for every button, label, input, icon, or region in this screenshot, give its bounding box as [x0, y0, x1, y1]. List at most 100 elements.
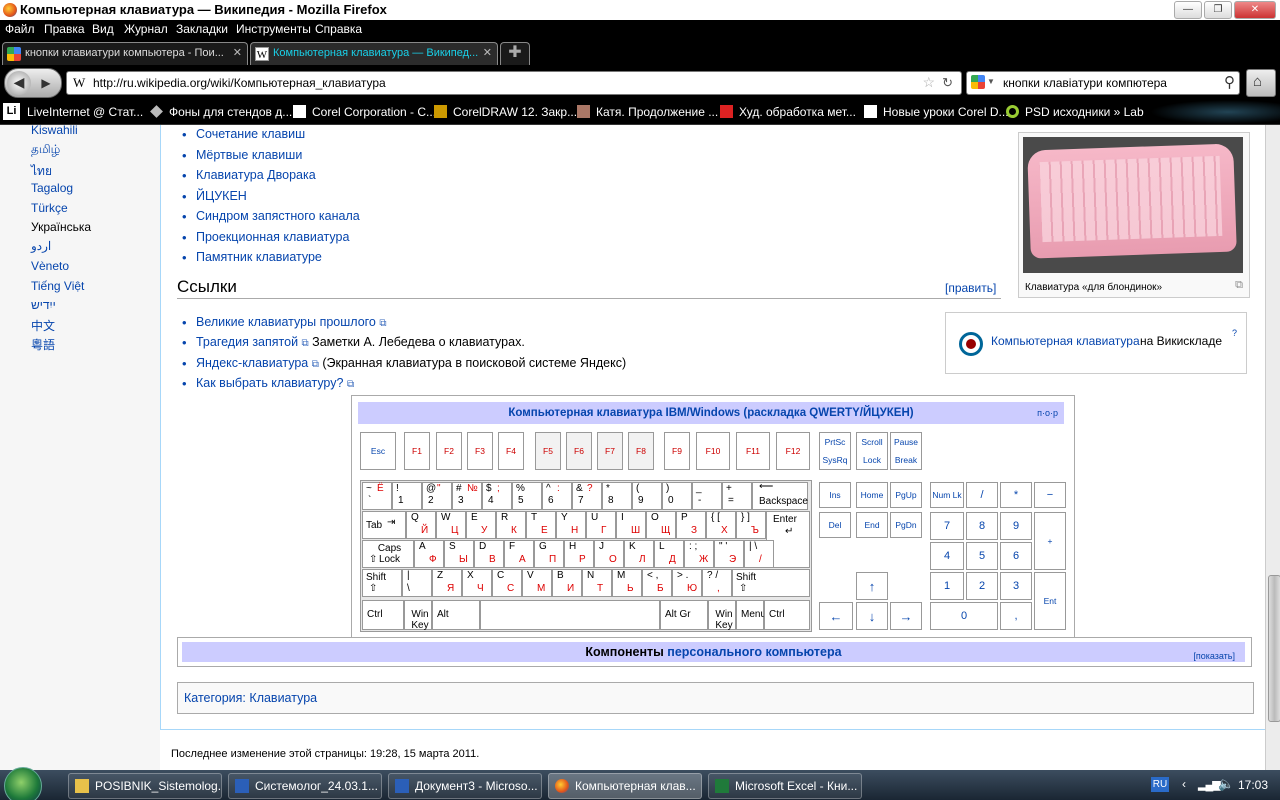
key-row1[interactable]: @2 "	[422, 482, 452, 510]
lang-link[interactable]: Tiếng Việt	[31, 279, 84, 293]
key-row1[interactable]: ~ ` Ё	[362, 482, 392, 510]
key-row3[interactable]: KЛ	[624, 540, 654, 568]
key-num-3[interactable]: 3	[1000, 572, 1032, 600]
key-row1[interactable]: ) 0	[662, 482, 692, 510]
components-link[interactable]: персонального компьютера	[667, 645, 841, 659]
signal-icon[interactable]: ▂▄▆	[1198, 778, 1221, 791]
site-identity-icon[interactable]: W	[73, 75, 85, 91]
key-f10[interactable]: F10	[696, 432, 730, 470]
key-left-shift[interactable]: Shift ⇧	[362, 569, 402, 597]
key-row1[interactable]: & 7?	[572, 482, 602, 510]
external-link[interactable]: Как выбрать клавиатуру?	[196, 376, 343, 390]
bookmark-item[interactable]: Corel Corporation - C...	[293, 105, 436, 119]
key-scroll-lock[interactable]: Scroll Lock	[856, 432, 888, 470]
lang-link[interactable]: Türkçe	[31, 201, 68, 215]
category-label[interactable]: Категория:	[184, 691, 246, 705]
key-esc[interactable]: Esc	[360, 432, 396, 470]
key-row2[interactable]: RК	[496, 511, 526, 539]
menu-history[interactable]: Журнал	[124, 22, 168, 36]
bookmark-star-icon[interactable]: ☆	[922, 74, 935, 91]
new-tab-button[interactable]: ✚	[500, 42, 530, 65]
key-pgup[interactable]: PgUp	[890, 482, 922, 508]
key-row4[interactable]: < , Б	[642, 569, 672, 597]
search-icon[interactable]: ⚲	[1224, 73, 1235, 91]
key-arrow-left[interactable]: ←	[819, 602, 853, 630]
tab-wikipedia[interactable]: W Компьютерная клавиатура — Википед... ✕	[250, 42, 498, 65]
key-row1[interactable]: (9	[632, 482, 662, 510]
menu-tools[interactable]: Инструменты	[236, 22, 311, 36]
forward-button[interactable]: ▶	[37, 74, 55, 92]
navbox-vde-links[interactable]: п·о·р	[1037, 402, 1058, 424]
key-numlock[interactable]: Num Lk	[930, 482, 964, 508]
bookmark-item[interactable]: CorelDRAW 12. Закр...	[434, 105, 577, 119]
key-row2[interactable]: { [Х	[706, 511, 736, 539]
key-row4[interactable]: ? /,	[702, 569, 732, 597]
key-row4[interactable]: ZЯ	[432, 569, 462, 597]
key-num-7[interactable]: 7	[930, 512, 964, 540]
menu-file[interactable]: Файл	[5, 22, 35, 36]
key-arrow-down[interactable]: ↓	[856, 602, 888, 630]
key-num-1[interactable]: 1	[930, 572, 964, 600]
see-also-link[interactable]: Синдром запястного канала	[182, 209, 360, 224]
key-num-0[interactable]: 0	[930, 602, 998, 630]
key-row4[interactable]: MЬ	[612, 569, 642, 597]
lang-link[interactable]: Vèneto	[31, 259, 69, 273]
key-num-star[interactable]: *	[1000, 482, 1032, 508]
key-f1[interactable]: F1	[404, 432, 430, 470]
key-home[interactable]: Home	[856, 482, 888, 508]
start-button[interactable]	[4, 767, 42, 800]
reload-icon[interactable]: ↻	[942, 75, 953, 91]
key-num-2[interactable]: 2	[966, 572, 998, 600]
key-arrow-right[interactable]: →	[890, 602, 922, 630]
taskbar-item[interactable]: Документ3 - Microso...	[388, 773, 542, 799]
key-row2[interactable]: QЙ	[406, 511, 436, 539]
bookmark-item[interactable]: PSD исходники » Lab	[1006, 105, 1144, 119]
key-row3[interactable]: JО	[594, 540, 624, 568]
bookmark-item[interactable]: Худ. обработка мет...	[720, 105, 856, 119]
key-num-6[interactable]: 6	[1000, 542, 1032, 570]
chevron-down-icon[interactable]: ▼	[987, 77, 995, 86]
see-also-link[interactable]: Проекционная клавиатура	[182, 230, 349, 245]
key-row4[interactable]: CС	[492, 569, 522, 597]
key-row4[interactable]: > . Ю	[672, 569, 702, 597]
key-left-alt[interactable]: Alt	[432, 600, 480, 630]
key-row3[interactable]: HР	[564, 540, 594, 568]
key-prtsc[interactable]: PrtSc SysRq	[819, 432, 851, 470]
key-row1[interactable]: ! 1	[392, 482, 422, 510]
key-f9[interactable]: F9	[664, 432, 690, 470]
key-row1[interactable]: _ -	[692, 482, 722, 510]
search-bar[interactable]: ▼ кнопки клавіатури компютера ⚲	[966, 71, 1240, 95]
key-pgdn[interactable]: PgDn	[890, 512, 922, 538]
key-row3[interactable]: SЫ	[444, 540, 474, 568]
home-button[interactable]: ⌂	[1246, 69, 1276, 97]
key-right-ctrl[interactable]: Ctrl	[764, 600, 810, 630]
keyboard-photo[interactable]	[1023, 137, 1243, 273]
key-row2[interactable]: } ] Ъ	[736, 511, 766, 539]
key-f4[interactable]: F4	[498, 432, 524, 470]
menu-bookmarks[interactable]: Закладки	[176, 22, 228, 36]
external-link[interactable]: Трагедия запятой	[196, 335, 298, 349]
lang-link[interactable]: ไทย	[31, 162, 52, 181]
key-menu[interactable]: Menu	[736, 600, 766, 630]
key-row3[interactable]: | \ /	[744, 540, 774, 568]
vertical-scrollbar[interactable]	[1265, 125, 1280, 770]
navbox-title-link[interactable]: Компьютерная клавиатура IBM/Windows	[508, 407, 740, 419]
key-row1[interactable]: + =	[722, 482, 752, 510]
key-f6[interactable]: F6	[566, 432, 592, 470]
key-f7[interactable]: F7	[597, 432, 623, 470]
key-tab[interactable]: Tab ⇥	[362, 511, 406, 539]
key-left-win[interactable]: Win Key	[404, 600, 432, 631]
key-pause[interactable]: Pause Break	[890, 432, 922, 470]
key-row3[interactable]: AФ	[414, 540, 444, 568]
key-row3[interactable]: : ; Ж	[684, 540, 714, 568]
bookmark-item[interactable]: Фоны для стендов д...	[150, 105, 292, 119]
key-left-ctrl[interactable]: Ctrl	[362, 600, 404, 630]
lang-link[interactable]: Tagalog	[31, 181, 73, 195]
show-toggle[interactable]: [показать]	[1193, 646, 1235, 666]
key-num-enter[interactable]: Ent	[1034, 572, 1066, 630]
key-backslash[interactable]: | \	[402, 569, 432, 597]
key-f12[interactable]: F12	[776, 432, 810, 470]
category-link[interactable]: Клавиатура	[249, 691, 317, 705]
lang-link[interactable]: ייִדיש	[31, 298, 56, 312]
chevron-left-icon[interactable]: ‹	[1182, 777, 1186, 791]
